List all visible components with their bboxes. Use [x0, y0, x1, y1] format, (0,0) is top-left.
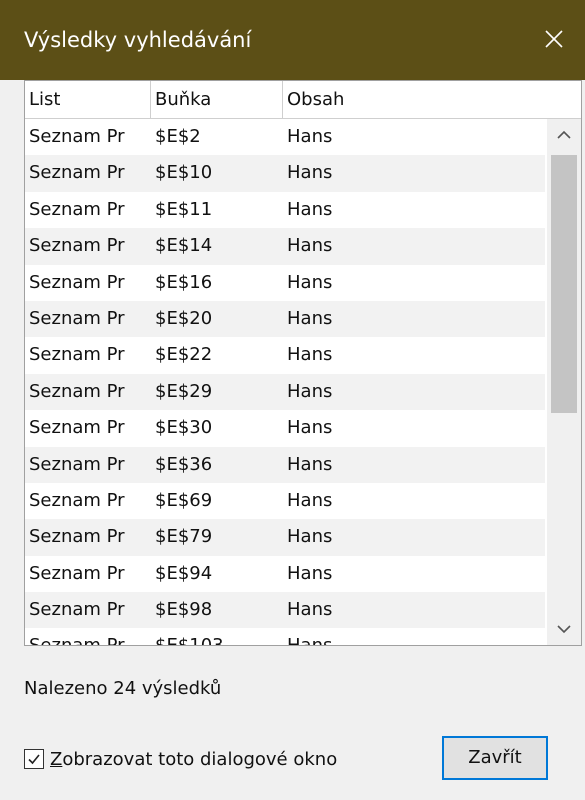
results-count-status: Nalezeno 24 výsledků [24, 678, 222, 699]
chevron-down-icon[interactable] [547, 613, 581, 645]
cell-content: Hans [287, 198, 333, 220]
cell-content: Hans [287, 489, 333, 511]
table-row[interactable]: Seznam Pr $E$94 Hans [25, 556, 545, 592]
table-row[interactable]: Seznam Pr $E$69 Hans [25, 483, 545, 519]
close-icon[interactable] [537, 22, 571, 56]
title-bar: Výsledky vyhledávání [0, 0, 585, 80]
cell-address: $E$22 [155, 344, 213, 366]
table-row[interactable]: Seznam Pr $E$11 Hans [25, 192, 545, 228]
column-header-sheet[interactable]: List [25, 81, 151, 119]
vertical-scrollbar[interactable] [547, 119, 581, 645]
cell-address: $E$98 [155, 599, 213, 621]
cell-content: Hans [287, 162, 333, 184]
scroll-thumb[interactable] [551, 155, 577, 413]
cell-sheet: Seznam Pr [29, 344, 125, 366]
table-row[interactable]: Seznam Pr $E$79 Hans [25, 519, 545, 556]
table-row[interactable]: Seznam Pr $E$103 Hans [25, 628, 545, 645]
table-row[interactable]: Seznam Pr $E$30 Hans [25, 410, 545, 446]
table-row[interactable]: Seznam Pr $E$14 Hans [25, 228, 545, 265]
cell-sheet: Seznam Pr [29, 599, 125, 621]
cell-content: Hans [287, 307, 333, 329]
close-button[interactable]: Zavřít [442, 736, 548, 780]
table-row[interactable]: Seznam Pr $E$29 Hans [25, 373, 545, 411]
cell-sheet: Seznam Pr [29, 380, 125, 402]
results-rows: Seznam Pr $E$2 Hans Seznam Pr $E$10 Hans Sezna… [25, 119, 545, 645]
column-header-content[interactable]: Obsah [283, 81, 581, 119]
cell-sheet: Seznam Pr [29, 126, 125, 147]
cell-content: Hans [287, 453, 333, 475]
cell-address: $E$69 [155, 489, 213, 511]
cell-content: Hans [287, 562, 333, 584]
show-dialog-checkbox[interactable]: Zobrazovat toto dialogové okno [24, 744, 337, 774]
cell-address: $E$103 [155, 628, 224, 645]
checkbox-box[interactable] [24, 749, 44, 769]
table-row[interactable]: Seznam Pr $E$16 Hans [25, 265, 545, 301]
cell-sheet: Seznam Pr [29, 162, 125, 184]
cell-sheet: Seznam Pr [29, 489, 125, 511]
cell-content: Hans [287, 271, 333, 293]
cell-sheet: Seznam Pr [29, 235, 125, 257]
cell-content: Hans [287, 599, 333, 621]
cell-sheet: Seznam Pr [29, 307, 125, 329]
dialog-title: Výsledky vyhledávání [24, 28, 252, 52]
cell-content: Hans [287, 126, 333, 147]
table-row[interactable]: Seznam Pr $E$10 Hans [25, 155, 545, 192]
cell-address: $E$11 [155, 198, 213, 220]
table-row[interactable]: Seznam Pr $E$36 Hans [25, 446, 545, 483]
checkbox-label: Zobrazovat toto dialogové okno [50, 748, 338, 770]
cell-sheet: Seznam Pr [29, 271, 125, 293]
cell-address: $E$29 [155, 380, 213, 402]
cell-sheet: Seznam Pr [29, 453, 125, 475]
cell-address: $E$10 [155, 162, 213, 184]
cell-address: $E$36 [155, 453, 213, 475]
cell-address: $E$20 [155, 307, 213, 329]
checkmark-icon [28, 754, 40, 765]
cell-content: Hans [287, 380, 333, 402]
cell-address: $E$79 [155, 526, 213, 548]
close-button-label: Zavřít [468, 747, 522, 768]
cell-address: $E$16 [155, 271, 213, 293]
cell-content: Hans [287, 526, 333, 548]
cell-content: Hans [287, 235, 333, 257]
chevron-up-icon[interactable] [547, 119, 581, 151]
cell-sheet: Seznam Pr [29, 198, 125, 220]
table-row[interactable]: Seznam Pr $E$20 Hans [25, 300, 545, 338]
table-row[interactable]: Seznam Pr $E$2 Hans [25, 119, 545, 155]
cell-address: $E$14 [155, 235, 213, 257]
cell-content: Hans [287, 628, 332, 645]
cell-sheet: Seznam Pr [29, 526, 125, 548]
cell-address: $E$94 [155, 562, 213, 584]
list-header: List Buňka Obsah [25, 81, 581, 119]
cell-sheet: Seznam Pr [29, 417, 125, 439]
cell-sheet: Seznam Pr [29, 562, 125, 584]
results-list[interactable]: List Buňka Obsah Seznam Pr $E$2 Hans Seznam… [24, 80, 582, 646]
cell-address: $E$30 [155, 417, 213, 439]
table-row[interactable]: Seznam Pr $E$22 Hans [25, 337, 545, 373]
table-row[interactable]: Seznam Pr $E$98 Hans [25, 592, 545, 629]
column-header-cell[interactable]: Buňka [151, 81, 283, 119]
cell-content: Hans [287, 417, 333, 439]
cell-content: Hans [287, 344, 333, 366]
cell-address: $E$2 [155, 126, 201, 147]
cell-sheet: Seznam Pr [29, 628, 147, 645]
